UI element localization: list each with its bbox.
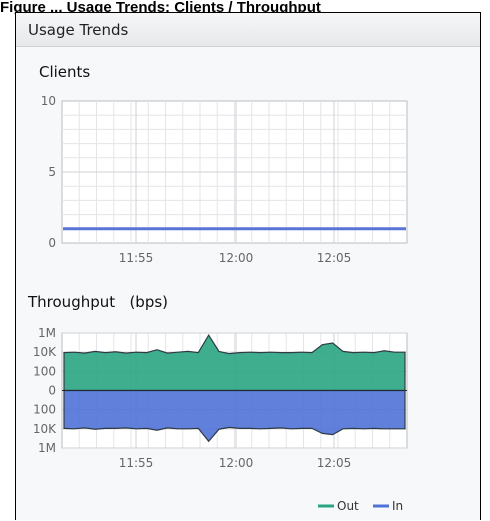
throughput-y-tick: 100 — [33, 403, 56, 417]
usage-trends-panel: Usage Trends Clients 10 5 0 11:55 12:00 12:05… — [15, 12, 481, 520]
throughput-x-tick: 12:00 — [219, 456, 254, 470]
throughput-y-tick: 0 — [48, 384, 56, 398]
throughput-y-tick: 100 — [33, 364, 56, 378]
throughput-y-tick: 10K — [33, 422, 57, 436]
throughput-y-tick: 1M — [38, 441, 56, 455]
legend-label-in: In — [392, 499, 403, 513]
throughput-y-tick: 1M — [38, 326, 56, 340]
throughput-y-tick: 10K — [33, 345, 57, 359]
throughput-x-tick: 11:55 — [119, 456, 154, 470]
throughput-chart: 1M 10K 100 0 100 10K 1M 11:55 12:00 12:05 Out In — [33, 326, 408, 513]
legend-label-out: Out — [337, 499, 359, 513]
throughput-x-tick: 12:05 — [317, 456, 352, 470]
